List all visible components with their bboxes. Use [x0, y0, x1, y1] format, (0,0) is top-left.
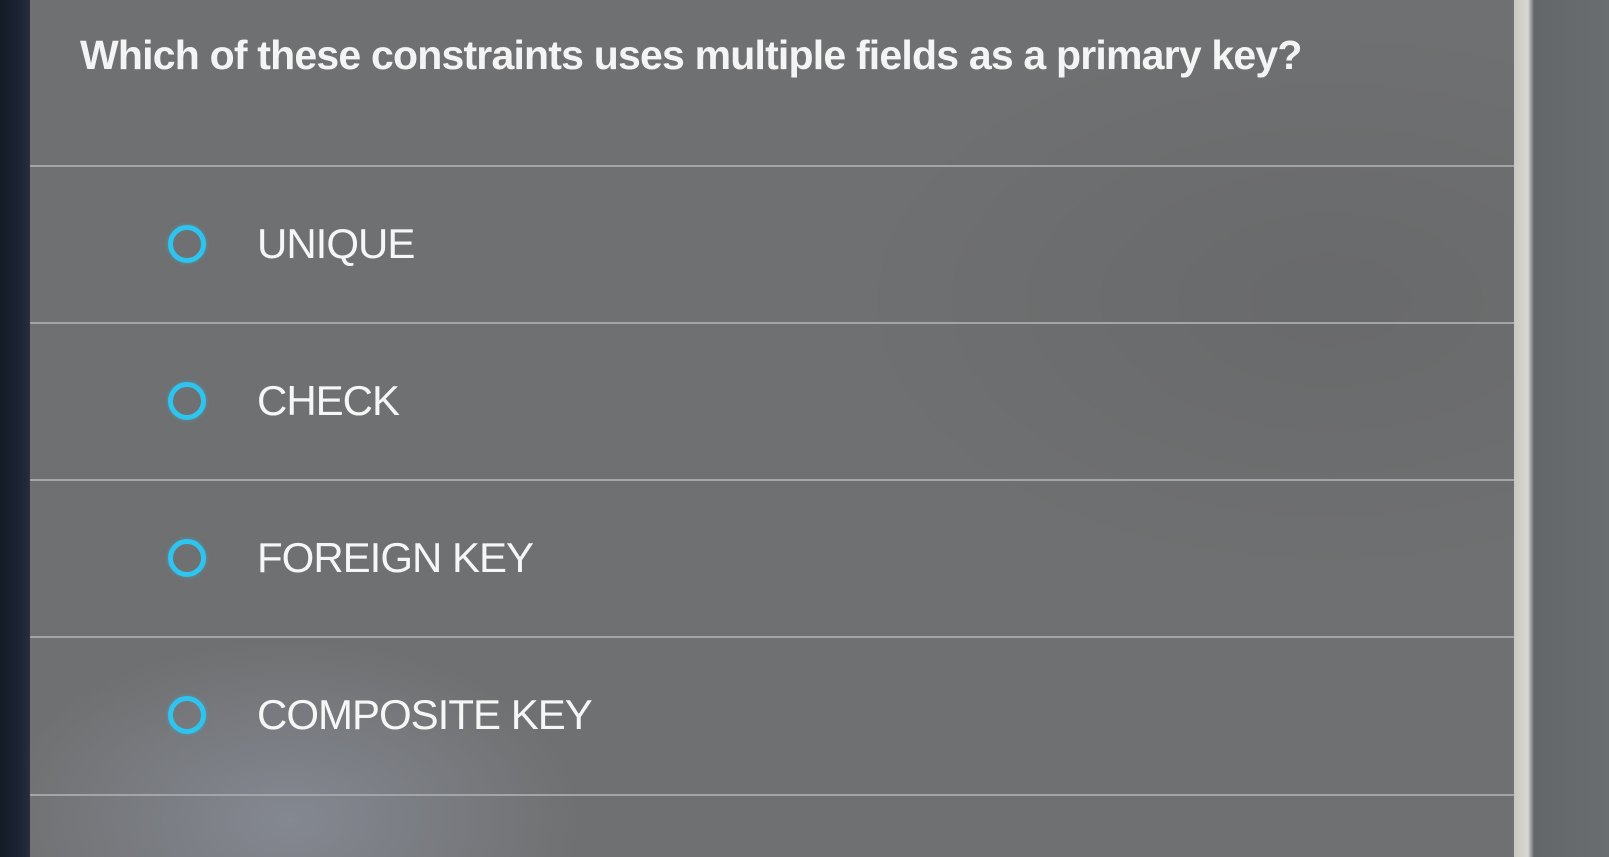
- option-label: CHECK: [257, 377, 400, 424]
- question-area: Which of these constraints uses multiple…: [30, 0, 1514, 168]
- option-label: FOREIGN KEY: [257, 534, 534, 581]
- question-text: Which of these constraints uses multiple…: [80, 32, 1302, 78]
- answer-option-check[interactable]: CHECK: [30, 324, 1514, 482]
- radio-unchecked-icon[interactable]: [168, 225, 206, 263]
- radio-unchecked-icon[interactable]: [168, 382, 206, 420]
- answer-option-composite-key[interactable]: COMPOSITE KEY: [30, 638, 1514, 796]
- divider: [30, 794, 1514, 796]
- option-label: UNIQUE: [257, 220, 415, 267]
- radio-unchecked-icon[interactable]: [168, 539, 206, 577]
- screen-left-edge: [0, 0, 32, 857]
- radio-unchecked-icon[interactable]: [168, 696, 206, 734]
- screen-right-edge: [1514, 0, 1609, 857]
- option-label: COMPOSITE KEY: [257, 691, 593, 738]
- answer-option-foreign-key[interactable]: FOREIGN KEY: [30, 481, 1514, 639]
- answer-option-unique[interactable]: UNIQUE: [30, 167, 1514, 325]
- quiz-card: Which of these constraints uses multiple…: [30, 0, 1514, 857]
